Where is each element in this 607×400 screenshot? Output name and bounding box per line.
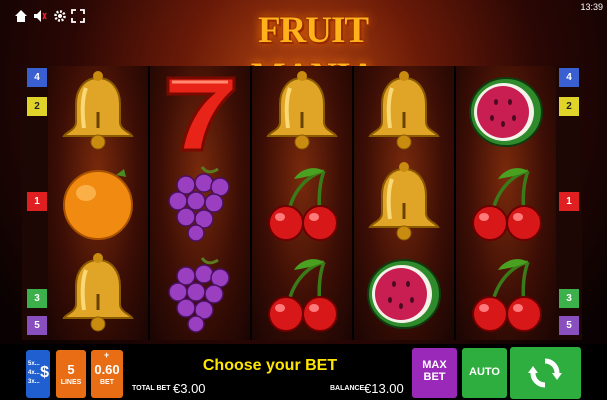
- status-message: Choose your BET: [202, 357, 338, 374]
- reel-5: [456, 66, 556, 340]
- max-bet-label-line1: MAX: [422, 359, 447, 371]
- payline-badge-left-2[interactable]: 2: [27, 97, 47, 116]
- reel-3: [252, 66, 352, 340]
- lines-button[interactable]: 5 LINES: [56, 350, 86, 398]
- seven-symbol: [150, 66, 250, 157]
- bell-symbol: [252, 66, 352, 157]
- clock: 13:39: [580, 2, 603, 12]
- bet-label: BET: [100, 379, 114, 386]
- cherries-symbol: [252, 248, 352, 339]
- payline-badge-left-3[interactable]: 3: [27, 289, 47, 308]
- cherries-symbol: [252, 157, 352, 248]
- multiplier-4: 4x...: [28, 370, 40, 376]
- reel-area: [48, 66, 556, 340]
- payline-number: 3: [566, 293, 572, 304]
- max-bet-label-line2: BET: [423, 371, 446, 383]
- bell-symbol: [48, 248, 148, 339]
- game-title: FRUIT MANIA: [251, 10, 376, 97]
- total-bet-value: €3.00: [173, 381, 206, 396]
- payline-number: 5: [34, 320, 40, 331]
- cherries-symbol: [456, 157, 556, 248]
- payline-number: 4: [34, 72, 40, 83]
- payline-badge-right-4[interactable]: 4: [559, 68, 579, 87]
- plus-icon: +: [104, 350, 110, 360]
- fullscreen-icon[interactable]: [71, 9, 85, 23]
- payline-badge-left-1[interactable]: 1: [27, 192, 47, 211]
- payline-badge-right-5[interactable]: 5: [559, 316, 579, 335]
- multiplier-3: 3x...: [28, 379, 40, 385]
- grapes-symbol: [150, 157, 250, 248]
- dollar-icon: $: [40, 364, 49, 381]
- spin-button[interactable]: [510, 347, 581, 399]
- reel-1: [48, 66, 148, 340]
- total-bet-label: TOTAL BET: [132, 385, 171, 392]
- watermelon-symbol: [354, 248, 454, 339]
- max-bet-button[interactable]: MAX BET: [412, 348, 457, 398]
- payline-number: 1: [566, 196, 572, 207]
- payline-number: 2: [566, 101, 572, 112]
- auto-button[interactable]: AUTO: [462, 348, 507, 398]
- payline-number: 5: [566, 320, 572, 331]
- sound-icon[interactable]: [33, 9, 47, 23]
- multiplier-5: 5x...: [28, 361, 40, 367]
- payline-number: 3: [34, 293, 40, 304]
- bell-symbol: [48, 66, 148, 157]
- balance-label: BALANCE: [330, 385, 365, 392]
- home-icon[interactable]: [14, 9, 28, 23]
- payline-badge-left-5[interactable]: 5: [27, 316, 47, 335]
- reel-4: [354, 66, 454, 340]
- bet-button[interactable]: + 0.60 BET: [91, 350, 123, 398]
- lines-label: LINES: [60, 379, 82, 386]
- payline-badge-right-3[interactable]: 3: [559, 289, 579, 308]
- auto-label: AUTO: [469, 366, 500, 378]
- payline-number: 1: [34, 196, 40, 207]
- bell-symbol: [354, 66, 454, 157]
- payline-badge-right-2[interactable]: 2: [559, 97, 579, 116]
- lines-value: 5: [67, 362, 75, 377]
- payline-number: 2: [34, 101, 40, 112]
- watermelon-symbol: [456, 66, 556, 157]
- payline-badge-right-1[interactable]: 1: [559, 192, 579, 211]
- cherries-symbol: [456, 248, 556, 339]
- paytable-button[interactable]: 5x... 4x... 3x... $: [26, 350, 50, 398]
- reel-2: [150, 66, 250, 340]
- payline-number: 4: [566, 72, 572, 83]
- orange-symbol: [48, 157, 148, 248]
- grapes-symbol: [150, 248, 250, 339]
- bell-symbol: [354, 157, 454, 248]
- spin-arrows-icon: [528, 356, 562, 395]
- gear-icon[interactable]: [53, 9, 67, 23]
- balance-value: €13.00: [364, 381, 404, 396]
- payline-badge-left-4[interactable]: 4: [27, 68, 47, 87]
- bet-value: 0.60: [94, 362, 120, 377]
